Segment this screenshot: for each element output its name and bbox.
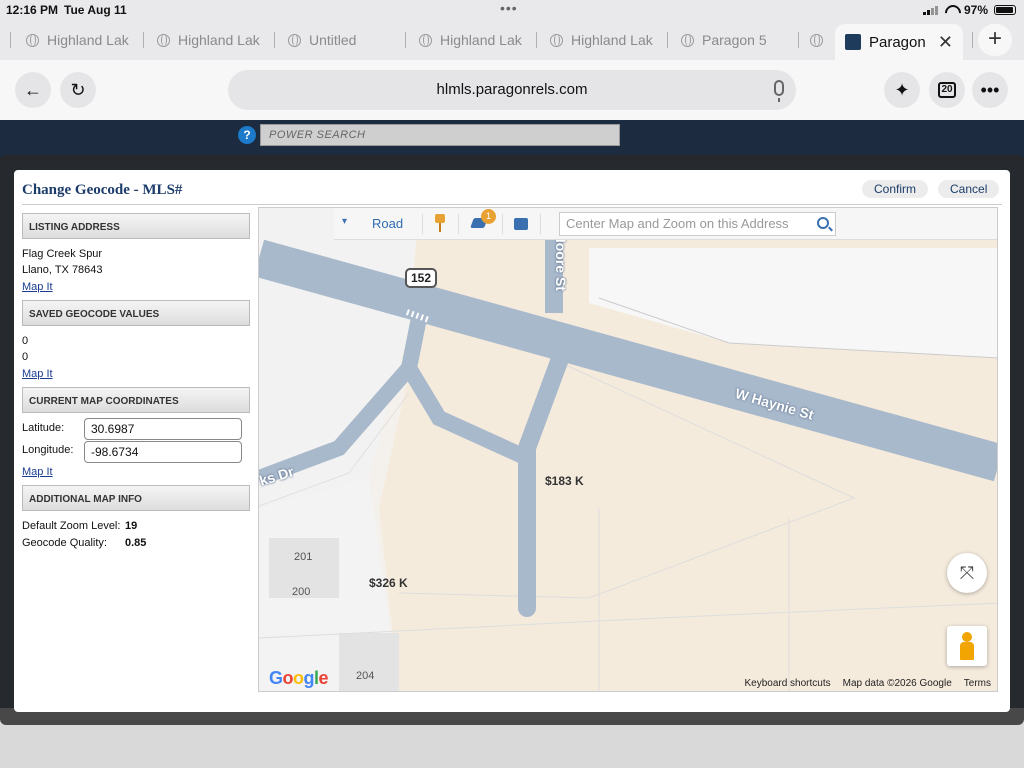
tab-highland-1[interactable]: Highland Lak [26, 26, 134, 54]
change-geocode-modal: Change Geocode - MLS# Confirm Cancel LIS… [14, 170, 1010, 712]
map-pan-control[interactable]: ⤧ [947, 553, 987, 593]
map-type-dropdown-icon[interactable]: ▾ [342, 216, 347, 227]
url-field[interactable]: hlmls.paragonrels.com [228, 70, 796, 110]
back-button[interactable]: ← [15, 72, 51, 108]
active-tab-label: Paragon [869, 33, 926, 51]
address-toolbar: ← ↻ hlmls.paragonrels.com ✦ 20 ••• [0, 60, 1024, 120]
cancel-button[interactable]: Cancel [938, 180, 1000, 198]
globe-icon [157, 33, 170, 47]
globe-icon [419, 33, 432, 47]
lot-number-204: 204 [356, 670, 375, 682]
close-tab-icon[interactable]: ✕ [938, 32, 953, 53]
pin-icon[interactable] [434, 214, 446, 234]
route-152-shield: 152 [405, 268, 437, 288]
paragon-favicon [845, 34, 861, 50]
center-map-address-input[interactable]: Center Map and Zoom on this Address [559, 212, 836, 236]
geocode-quality-value: 0.85 [125, 537, 147, 549]
microphone-icon[interactable] [774, 80, 784, 102]
tab-paragon-5[interactable]: Paragon 5 [681, 26, 789, 54]
battery-icon [994, 5, 1016, 15]
price-marker-326k[interactable]: $326 K [369, 576, 408, 590]
status-date: Tue Aug 11 [64, 3, 127, 17]
lot-number-201: 201 [294, 551, 313, 563]
map-toolbar: ▾ Road 1 Center Map and Zoom on this Add… [334, 208, 997, 240]
status-bar: 12:16 PM Tue Aug 11 ••• 97% [0, 0, 1024, 20]
listing-street: Flag Creek Spur [22, 248, 103, 260]
map-it-link-listing[interactable]: Map It [22, 281, 53, 293]
listing-city: Llano, TX 78643 [22, 264, 103, 276]
lot-number-200: 200 [292, 586, 311, 598]
layers-count-badge: 1 [481, 209, 496, 224]
keyboard-shortcuts-link[interactable]: Keyboard shortcuts [744, 678, 830, 689]
globe-icon [550, 33, 563, 47]
globe-icon [810, 33, 823, 47]
saved-lng-value: 0 [22, 351, 29, 363]
tab-overview-button[interactable]: 20 [929, 72, 965, 108]
multitask-dots[interactable]: ••• [500, 0, 518, 16]
saved-lat-value: 0 [22, 335, 29, 347]
more-button[interactable]: ••• [972, 72, 1008, 108]
listing-address-header: LISTING ADDRESS [22, 213, 250, 239]
additional-info-header: ADDITIONAL MAP INFO [22, 485, 250, 511]
map-data-credit: Map data ©2026 Google [842, 678, 952, 689]
map-type-road[interactable]: Road [372, 216, 403, 231]
map-it-link-current[interactable]: Map It [22, 466, 53, 478]
tab-partial[interactable] [810, 26, 832, 54]
url-text: hlmls.paragonrels.com [436, 81, 588, 98]
wifi-icon [944, 5, 958, 15]
street-label-moore: Moore St [552, 231, 569, 291]
geocode-quality-label: Geocode Quality: [22, 537, 107, 549]
power-search-input[interactable]: POWER SEARCH [260, 124, 620, 146]
tab-count: 20 [938, 82, 956, 98]
battery-percent: 97% [963, 3, 988, 17]
map-attribution: Keyboard shortcuts Map data ©2026 Google… [744, 678, 991, 689]
tab-paragon-active[interactable]: Paragon ✕ [835, 24, 963, 60]
street-view-pegman[interactable] [947, 626, 987, 666]
reload-button[interactable]: ↻ [60, 72, 96, 108]
status-right: 97% [922, 3, 1016, 17]
map-it-link-saved[interactable]: Map It [22, 368, 53, 380]
confirm-button[interactable]: Confirm [862, 180, 929, 198]
globe-icon [681, 33, 694, 47]
globe-icon [288, 33, 301, 47]
status-time: 12:16 PM [6, 3, 59, 17]
tab-highland-4[interactable]: Highland Lak [550, 26, 658, 54]
sparkle-button[interactable]: ✦ [884, 72, 920, 108]
help-icon[interactable]: ? [238, 126, 256, 144]
longitude-label: Longitude: [22, 444, 74, 456]
terms-link[interactable]: Terms [964, 678, 991, 689]
latitude-input[interactable] [84, 418, 242, 440]
map-canvas [259, 208, 997, 691]
cellular-signal-icon [922, 5, 938, 15]
modal-title: Change Geocode - MLS# [22, 182, 183, 198]
globe-icon [26, 33, 39, 47]
geocode-left-panel: LISTING ADDRESS Flag Creek Spur Llano, T… [22, 210, 258, 694]
print-icon[interactable] [514, 218, 528, 230]
google-logo: Google [269, 668, 329, 688]
tab-untitled[interactable]: Untitled [288, 26, 396, 54]
tab-highland-2[interactable]: Highland Lak [157, 26, 265, 54]
price-marker-183k[interactable]: $183 K [545, 474, 584, 488]
saved-geocode-header: SAVED GEOCODE VALUES [22, 300, 250, 326]
new-tab-button[interactable]: + [978, 24, 1012, 56]
tab-highland-3[interactable]: Highland Lak [419, 26, 527, 54]
current-coordinates-header: CURRENT MAP COORDINATES [22, 387, 250, 413]
search-icon[interactable] [817, 217, 829, 229]
zoom-level-label: Default Zoom Level: [22, 520, 121, 532]
map-view[interactable]: 152 W Haynie St Moore St ks Dr $183 K $3… [258, 207, 998, 692]
longitude-input[interactable] [84, 441, 242, 463]
latitude-label: Latitude: [22, 422, 65, 434]
header-divider [22, 204, 1002, 205]
zoom-level-value: 19 [125, 520, 138, 532]
